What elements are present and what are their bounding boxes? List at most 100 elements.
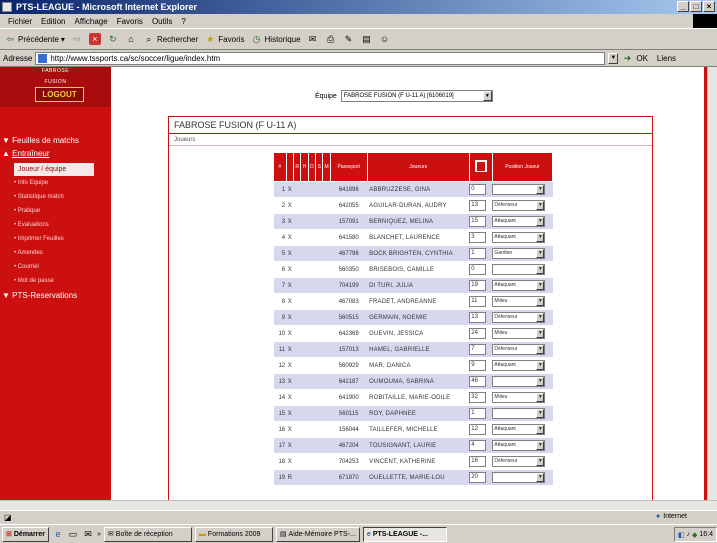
position-select[interactable]: Défenseur ▼ [492,200,546,211]
quicklaunch-more-icon[interactable]: » [97,531,101,538]
sidebar-item-reservations[interactable]: ▼ PTS-Reservations [2,291,77,300]
vertical-scrollbar[interactable] [707,67,717,500]
favorites-icon: ★ [206,34,215,44]
address-dropdown-icon[interactable]: ▼ [608,52,619,64]
home-icon[interactable]: ⌂ [125,33,137,45]
equipe-select[interactable]: FABROSE FUSION (F U-11 A) [6106019] ▼ [340,90,493,102]
sidebar-item-pratique[interactable]: • Pratique [14,208,40,214]
jersey-number-input[interactable]: 0 [469,184,487,195]
jersey-number-input[interactable]: 19 [469,280,487,291]
position-select[interactable]: Attaquant ▼ [492,280,546,291]
minimize-button[interactable]: _ [677,1,689,12]
position-select[interactable]: Attaquant ▼ [492,360,546,371]
jersey-number-input[interactable]: 13 [469,312,487,323]
position-select[interactable]: ▼ [492,408,546,419]
quicklaunch-desktop-icon[interactable]: ▭ [67,528,79,540]
row-flag-h [300,437,309,454]
jersey-number-input[interactable]: 1 [469,248,487,259]
task-pts-league[interactable]: e PTS-LEAGUE -... [362,526,447,542]
position-select[interactable]: Défenseur ▼ [492,456,546,467]
sidebar-item-evaluations[interactable]: • Evaluations [14,222,49,228]
menu-help[interactable]: ? [181,17,185,26]
sidebar-item-entraineur[interactable]: ▲ Entraîneur [2,149,50,158]
jersey-number-input[interactable]: 4 [469,440,487,451]
sidebar-item-amendes[interactable]: • Amendes [14,250,43,256]
jersey-number-input[interactable]: 0 [469,264,487,275]
jersey-number-input[interactable]: 11 [469,296,487,307]
forward-arrow-icon[interactable]: ⇨ [71,33,83,45]
favorites-button[interactable]: ★ Favoris [204,33,244,45]
messenger-icon[interactable]: ☺ [379,33,391,45]
quicklaunch-mail-icon[interactable]: ✉ [82,528,94,540]
position-select[interactable]: Défenseur ▼ [492,344,546,355]
sidebar-item-imprimer[interactable]: • Imprimer Feuilles [14,236,64,242]
close-button[interactable]: × [703,1,715,12]
jersey-number-input[interactable]: 46 [469,376,487,387]
mail-icon[interactable]: ✉ [307,33,319,45]
position-select[interactable]: Gardien ▼ [492,248,546,259]
task-aide-memoire[interactable]: ▤ Aide-Mémoire PTS-... [275,526,360,542]
maximize-button[interactable]: □ [690,1,702,12]
row-flag-m [322,261,331,278]
jersey-number-input[interactable]: 12 [469,424,487,435]
menu-outils[interactable]: Outils [152,17,172,26]
task-formations[interactable]: ▬ Formations 2009 [194,526,273,542]
history-button[interactable]: ◷ Historique [251,33,301,45]
position-select[interactable]: ▼ [492,472,546,483]
panel-subtitle: Joueurs [169,134,652,146]
menu-affichage[interactable]: Affichage [74,17,107,26]
position-select[interactable]: Attaquant ▼ [492,216,546,227]
jersey-number-input[interactable]: 13 [469,200,487,211]
position-select[interactable]: Milieu ▼ [492,392,546,403]
position-select[interactable]: Attaquant ▼ [492,440,546,451]
menu-edition[interactable]: Edition [41,17,65,26]
quicklaunch-ie-icon[interactable]: e [52,528,64,540]
print-icon[interactable]: ⎙ [325,33,337,45]
jersey-number-input[interactable]: 7 [469,344,487,355]
go-button[interactable]: OK [636,54,648,63]
jersey-number-input[interactable]: 3 [469,232,487,243]
jersey-number-input[interactable]: 20 [469,472,487,483]
task-inbox[interactable]: ✉ Boîte de réception [103,526,192,542]
position-select[interactable]: Défenseur ▼ [492,312,546,323]
tray-volume-icon[interactable]: ♪ [686,531,690,538]
links-label[interactable]: Liens [657,54,676,63]
edit-icon[interactable]: ✎ [343,33,355,45]
position-select[interactable]: ▼ [492,376,546,387]
menu-favoris[interactable]: Favoris [117,17,143,26]
sidebar-item-courriel[interactable]: • Courriel [14,264,39,270]
logout-button[interactable]: LOGOUT [35,87,84,102]
position-select[interactable]: Milieu ▼ [492,328,546,339]
sidebar-item-feuilles[interactable]: ▼ Feuilles de matchs [2,136,79,145]
back-button[interactable]: ⇦ Précédente ▾ [4,33,65,45]
jersey-number-input[interactable]: 24 [469,328,487,339]
jersey-number-input[interactable]: 15 [469,216,487,227]
tray-network-icon[interactable]: ◧ [678,531,685,539]
menu-fichier[interactable]: Fichier [8,17,32,26]
position-select[interactable]: ▼ [492,264,546,275]
stop-icon[interactable]: × [88,33,101,45]
jersey-number-input[interactable]: 32 [469,392,487,403]
position-select[interactable]: Attaquant ▼ [492,232,546,243]
tray-security-icon[interactable]: ◆ [692,531,697,539]
row-flag-d [308,389,316,406]
jersey-number-input[interactable]: 9 [469,360,487,371]
jersey-number-input[interactable]: 16 [469,456,487,467]
discuss-icon[interactable]: ▤ [361,33,373,45]
back-dropdown-icon[interactable]: ▾ [61,35,65,44]
search-button[interactable]: ⌕ Rechercher [143,33,198,45]
jersey-number-input[interactable]: 1 [469,408,487,419]
position-select[interactable]: ▼ [492,184,546,195]
sidebar-item-joueur-equipe[interactable]: Joueur / équipe [14,163,94,176]
sidebar-item-mot-de-passe[interactable]: • Mot de passe [14,278,54,284]
refresh-icon[interactable]: ↻ [107,33,119,45]
position-select[interactable]: Milieu ▼ [492,296,546,307]
sidebar-item-statistique[interactable]: • Statistique match [14,194,64,200]
start-button[interactable]: ⊞ Démarrer [2,526,50,542]
table-row: 18 X 704253 VINCENT, KATHERINE 16 Défenseur ▼ [273,453,553,470]
sidebar-item-info-equipe[interactable]: • Info Equipe [14,180,48,186]
horizontal-scrollbar[interactable] [0,500,717,510]
go-arrow-icon[interactable]: ➜ [621,52,633,64]
address-input[interactable]: http://www.tssports.ca/sc/soccer/ligue/i… [35,51,606,65]
position-select[interactable]: Attaquant ▼ [492,424,546,435]
